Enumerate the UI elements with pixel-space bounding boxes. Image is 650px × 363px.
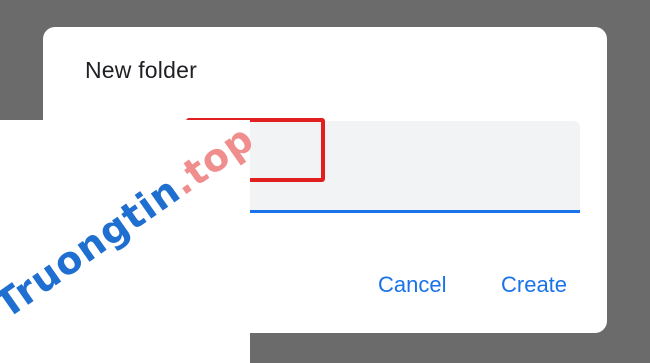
cancel-button[interactable]: Cancel [378,272,446,298]
dialog-title: New folder [85,57,197,83]
create-button[interactable]: Create [501,272,567,298]
